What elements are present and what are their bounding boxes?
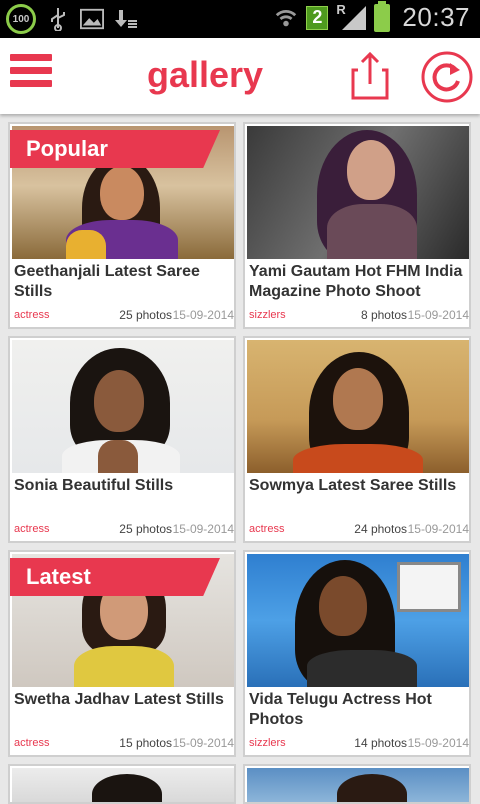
- card-title: Sowmya Latest Saree Stills: [249, 477, 457, 494]
- photo-count: 15 photos: [119, 736, 172, 750]
- card-meta: sizzlers 14 photos 15-09-2014: [249, 736, 469, 750]
- category-tag[interactable]: actress: [14, 309, 94, 321]
- card-title: Yami Gautam Hot FHM India Magazine Photo…: [249, 263, 463, 300]
- post-date: 15-09-2014: [407, 736, 469, 750]
- gallery-thumbnail: [247, 768, 469, 802]
- card-meta: actress 24 photos 15-09-2014: [249, 522, 469, 536]
- menu-icon[interactable]: [10, 54, 52, 98]
- share-icon[interactable]: [350, 50, 390, 102]
- gallery-card[interactable]: Vida Telugu Actress Hot Photos sizzlers …: [243, 550, 471, 757]
- card-meta: actress 25 photos 15-09-2014: [14, 522, 234, 536]
- category-tag[interactable]: actress: [14, 523, 94, 535]
- card-title: Swetha Jadhav Latest Stills: [14, 691, 224, 708]
- card-meta: actress 25 photos 15-09-2014: [14, 308, 234, 322]
- card-meta: sizzlers 8 photos 15-09-2014: [249, 308, 469, 322]
- popular-ribbon: Popular: [10, 130, 220, 168]
- category-tag[interactable]: actress: [14, 737, 94, 749]
- usb-icon: [46, 6, 70, 32]
- photo-count: 14 photos: [354, 736, 407, 750]
- gallery-card[interactable]: Popular Geethanjali Latest Saree Stills …: [8, 122, 236, 329]
- post-date: 15-09-2014: [407, 308, 469, 322]
- photo-count: 8 photos: [360, 308, 407, 322]
- gallery-thumbnail: [247, 554, 469, 687]
- status-bar: 100 2 R 20:37: [0, 0, 480, 38]
- photo-count: 24 photos: [354, 522, 407, 536]
- category-tag[interactable]: actress: [249, 523, 329, 535]
- post-date: 15-09-2014: [407, 522, 469, 536]
- status-clock: 20:37: [402, 2, 470, 32]
- card-title: Vida Telugu Actress Hot Photos: [249, 691, 432, 728]
- gallery-thumbnail: [247, 126, 469, 259]
- battery-100-icon: 100: [6, 4, 36, 34]
- photo-count: 25 photos: [119, 522, 172, 536]
- battery-charging-icon: [374, 0, 391, 32]
- post-date: 15-09-2014: [172, 308, 234, 322]
- signal-icon: R: [336, 2, 367, 32]
- gallery-card[interactable]: [243, 764, 471, 804]
- wifi-icon: [274, 5, 298, 31]
- post-date: 15-09-2014: [172, 736, 234, 750]
- gallery-thumbnail: [12, 768, 234, 802]
- image-icon: [80, 6, 104, 32]
- latest-ribbon: Latest: [10, 558, 220, 596]
- photo-count: 25 photos: [119, 308, 172, 322]
- refresh-icon[interactable]: [420, 50, 474, 104]
- download-icon: [114, 6, 138, 32]
- gallery-card[interactable]: Yami Gautam Hot FHM India Magazine Photo…: [243, 122, 471, 329]
- gallery-card[interactable]: Latest Swetha Jadhav Latest Stills actre…: [8, 550, 236, 757]
- app-header: gallery: [0, 38, 480, 114]
- gallery-thumbnail: [247, 340, 469, 473]
- gallery-card[interactable]: Sonia Beautiful Stills actress 25 photos…: [8, 336, 236, 543]
- gallery-card[interactable]: Sowmya Latest Saree Stills actress 24 ph…: [243, 336, 471, 543]
- sim-slot-badge: 2: [306, 5, 329, 30]
- post-date: 15-09-2014: [172, 522, 234, 536]
- card-title: Geethanjali Latest Saree Stills: [14, 263, 200, 300]
- card-title: Sonia Beautiful Stills: [14, 477, 174, 494]
- category-tag[interactable]: sizzlers: [249, 737, 329, 749]
- page-title: gallery: [146, 54, 264, 95]
- gallery-card[interactable]: [8, 764, 236, 804]
- gallery-thumbnail: [12, 340, 234, 473]
- category-tag[interactable]: sizzlers: [249, 309, 329, 321]
- card-meta: actress 15 photos 15-09-2014: [14, 736, 234, 750]
